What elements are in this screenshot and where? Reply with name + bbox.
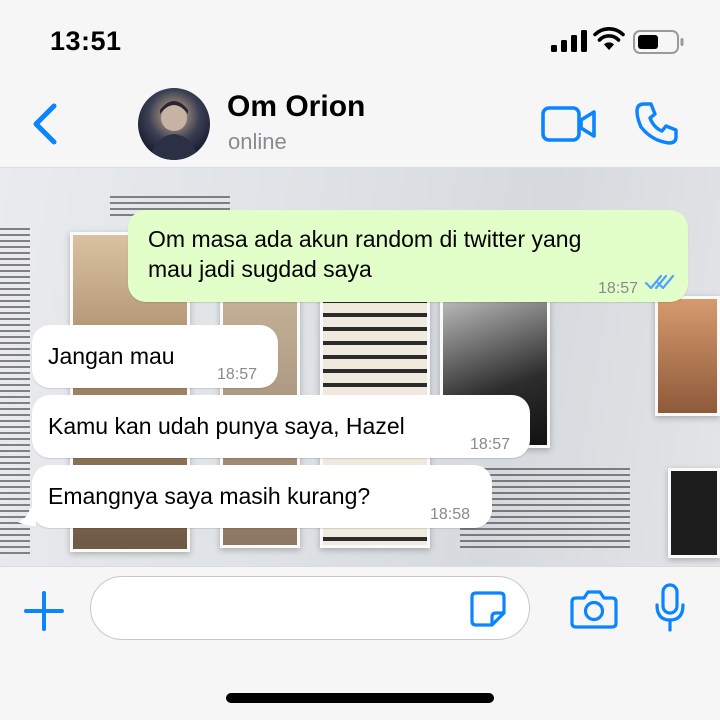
microphone-icon[interactable] (654, 583, 686, 633)
home-indicator[interactable] (226, 693, 494, 703)
camera-icon[interactable] (570, 589, 618, 629)
message-time: 18:57 (470, 436, 511, 453)
contact-name[interactable]: Om Orion (227, 90, 365, 124)
message-input[interactable] (90, 576, 530, 640)
plus-icon[interactable] (22, 589, 66, 633)
message-time: 18:58 (430, 506, 471, 523)
message-incoming[interactable]: Emangnya saya masih kurang? 18:58 (32, 465, 492, 528)
contact-status: online (228, 129, 287, 154)
phone-icon[interactable] (634, 100, 680, 146)
wifi-icon (593, 27, 625, 50)
video-call-icon[interactable] (540, 104, 598, 144)
message-text: Kamu kan udah punya saya, Hazel (48, 413, 405, 439)
message-incoming[interactable]: Kamu kan udah punya saya, Hazel 18:57 (32, 395, 530, 458)
message-time: 18:57 (217, 366, 258, 383)
chat-header: Om Orion online (0, 84, 720, 168)
message-text: Emangnya saya masih kurang? (48, 483, 371, 509)
avatar-photo (150, 101, 198, 160)
input-bar (0, 566, 720, 720)
bubble-tail (18, 508, 36, 526)
sticker-icon[interactable] (468, 589, 508, 629)
read-receipt-icon (644, 274, 675, 290)
message-outgoing[interactable]: Om masa ada akun random di twitter yang … (128, 210, 688, 302)
wallpaper-poster (655, 296, 720, 416)
wallpaper-poster (668, 468, 720, 558)
back-icon[interactable] (28, 102, 64, 146)
signal-icon (551, 30, 587, 52)
status-time: 13:51 (50, 26, 122, 56)
message-time: 18:57 (598, 280, 639, 297)
status-bar: 13:51 (0, 0, 720, 84)
battery-icon (633, 30, 684, 54)
message-text: Jangan mau (48, 343, 175, 369)
chat-area[interactable]: Om masa ada akun random di twitter yang … (0, 168, 720, 566)
message-text-line: Om masa ada akun random di twitter yang (148, 226, 582, 252)
message-text-line: mau jadi sugdad saya (148, 256, 372, 282)
avatar[interactable] (138, 88, 210, 160)
message-incoming[interactable]: Jangan mau 18:57 (32, 325, 278, 388)
